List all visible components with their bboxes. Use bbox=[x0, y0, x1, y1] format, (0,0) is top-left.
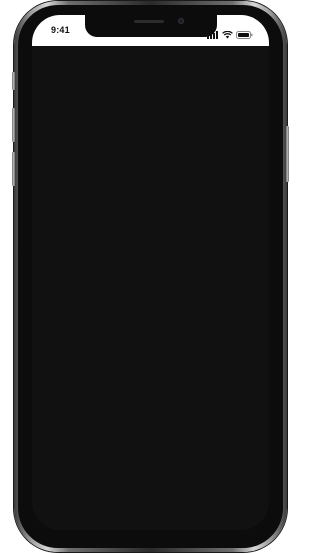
volume-down-button bbox=[12, 152, 15, 186]
status-time: 9:41 bbox=[51, 25, 70, 35]
power-button bbox=[286, 126, 289, 182]
battery-icon bbox=[236, 26, 253, 44]
phone-screen: 9:41 bbox=[32, 15, 269, 530]
volume-up-button bbox=[12, 108, 15, 142]
notch bbox=[85, 15, 217, 37]
wifi-icon bbox=[222, 26, 233, 44]
front-camera bbox=[178, 18, 184, 24]
silent-switch bbox=[12, 72, 15, 90]
status-bar: 9:41 bbox=[32, 15, 269, 46]
speaker-grille bbox=[134, 20, 164, 23]
screen-content bbox=[32, 46, 269, 530]
